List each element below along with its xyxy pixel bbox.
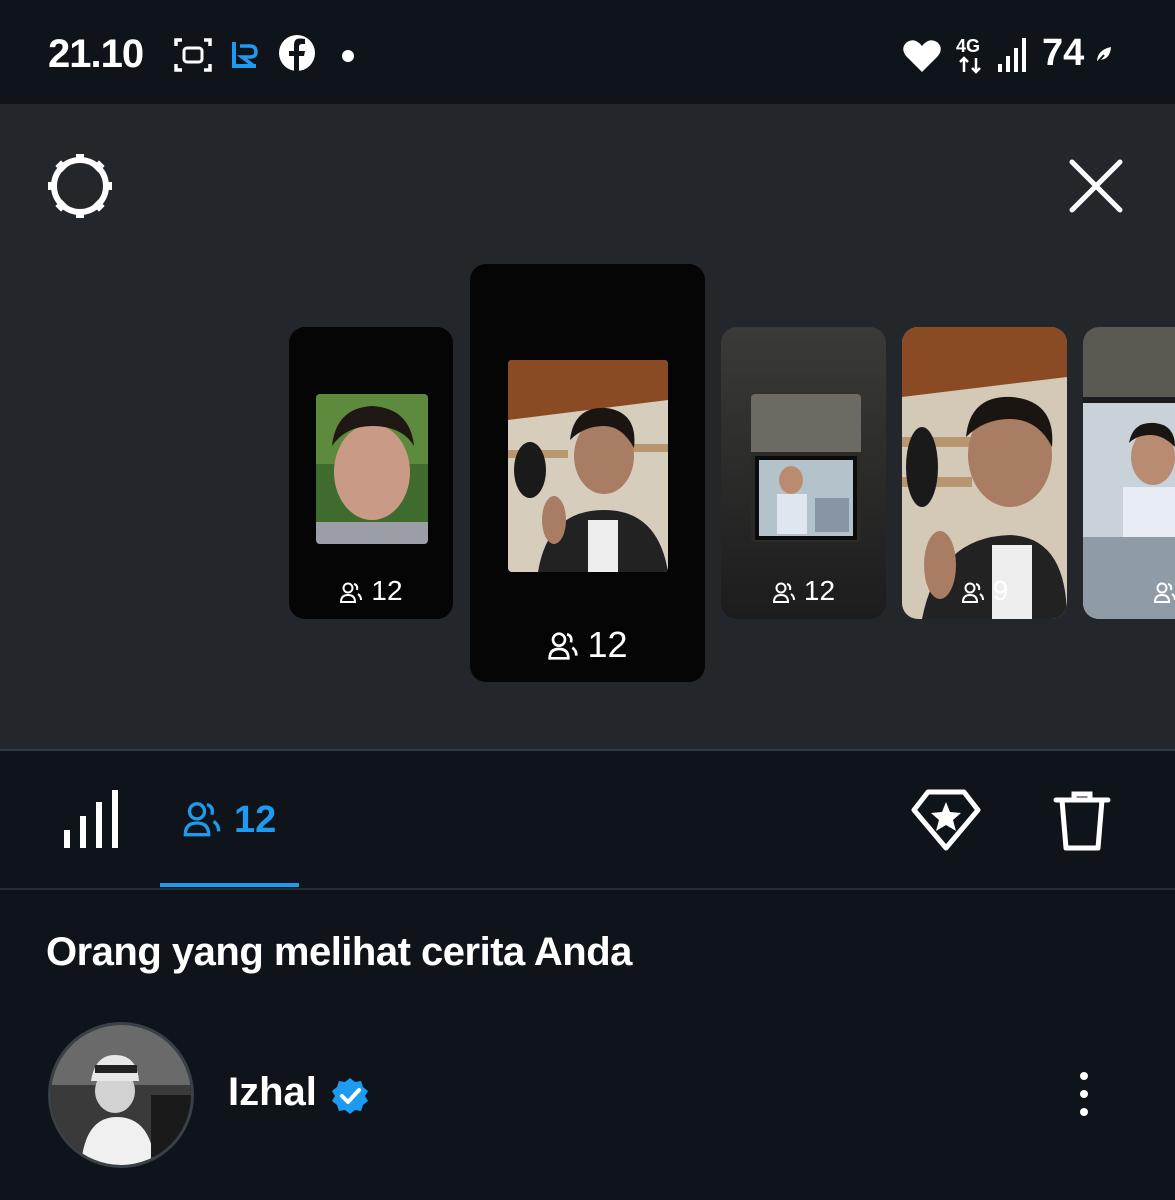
gear-icon[interactable] [46,152,114,220]
story-card-selected[interactable]: 12 [470,264,705,682]
dot-icon [342,50,354,62]
battery-level: 74 [1042,32,1085,74]
people-icon [961,582,984,603]
screenshot-icon [174,38,212,72]
signal-icon [998,38,1026,72]
story-viewer-count: 12 [289,575,453,607]
story-viewer-count: 9 [902,575,1067,607]
avatar-image [51,1025,191,1165]
more-options-icon[interactable] [1072,1070,1096,1118]
story-tabs: 12 [0,750,1175,890]
status-time: 21.10 [48,32,144,76]
battery-saver-icon [1094,47,1111,66]
story-card[interactable]: 12 [289,327,453,619]
bar-chart-icon[interactable] [62,790,122,850]
people-icon [772,582,795,603]
verified-badge-icon [332,1078,368,1114]
people-icon [1153,582,1175,603]
story-viewer-count: 12 [470,624,705,666]
story-viewer-count-value: 12 [803,575,836,606]
heart-icon [903,40,941,72]
svg-text:4G: 4G [956,36,980,56]
viewers-heading: Orang yang melihat cerita Anda [46,930,632,974]
diamond-star-icon[interactable] [910,786,982,854]
story-viewer-count-value: 12 [371,575,403,606]
people-icon [183,802,221,837]
story-viewer-count-value: 9 [992,575,1009,606]
viewer-row[interactable]: Izhal [0,1010,1175,1180]
people-icon [340,582,363,603]
status-bar: 21.10 4G 74 [0,0,1175,104]
app-r-icon [232,42,258,68]
story-card[interactable]: 12 [721,327,886,619]
viewer-name[interactable]: Izhal [228,1070,317,1115]
story-thumbnail [316,394,428,544]
story-card[interactable] [1083,327,1175,619]
close-icon[interactable] [1066,156,1126,216]
story-viewer-count-value: 12 [587,624,628,665]
story-thumbnail [508,360,668,572]
avatar[interactable] [48,1022,194,1168]
story-viewer-count [1153,575,1175,607]
trash-icon[interactable] [1052,788,1112,854]
tab-viewers-count: 12 [234,799,277,841]
facebook-icon [279,35,315,71]
tab-active-indicator [160,883,299,887]
people-icon [548,632,579,660]
story-viewer-count: 12 [721,575,886,607]
story-thumbnail [751,394,861,542]
story-card[interactable]: 9 [902,327,1067,619]
tab-viewers[interactable]: 12 [182,798,276,842]
4g-icon: 4G [956,36,981,74]
